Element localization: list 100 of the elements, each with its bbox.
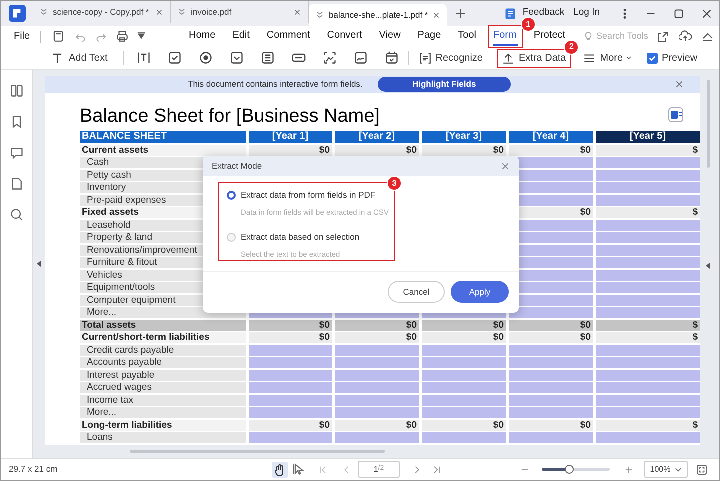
- form-field[interactable]: [335, 432, 419, 443]
- close-icon[interactable]: [701, 8, 713, 20]
- add-text-button[interactable]: Add Text: [69, 50, 108, 66]
- vertical-scrollbar[interactable]: [707, 80, 710, 168]
- form-field[interactable]: [596, 194, 700, 206]
- form-field[interactable]: [596, 357, 700, 368]
- chevron-down-icon[interactable]: [39, 7, 49, 17]
- radio-icon[interactable]: [198, 51, 213, 65]
- form-field[interactable]: [509, 370, 593, 380]
- page-icon[interactable]: [10, 177, 24, 191]
- form-field[interactable]: [422, 344, 506, 356]
- chevron-down-icon[interactable]: [177, 7, 187, 17]
- close-icon[interactable]: [155, 8, 164, 16]
- form-field[interactable]: [335, 357, 419, 368]
- save-icon[interactable]: [52, 30, 65, 43]
- form-field[interactable]: [596, 282, 700, 293]
- menu-tab[interactable]: Convert: [326, 27, 364, 46]
- form-field[interactable]: [596, 370, 700, 380]
- form-field[interactable]: [596, 157, 700, 168]
- upload-icon[interactable]: [679, 30, 692, 43]
- header-link[interactable]: Log In: [574, 6, 600, 21]
- form-field[interactable]: [509, 357, 593, 368]
- form-field[interactable]: [335, 382, 419, 393]
- form-field[interactable]: [249, 370, 332, 380]
- zoom-in-icon[interactable]: [624, 464, 634, 474]
- horizontal-scrollbar[interactable]: [130, 450, 385, 453]
- feedback-icon[interactable]: [504, 8, 517, 20]
- dropdown-icon[interactable]: [137, 32, 146, 41]
- plus-icon[interactable]: [455, 8, 467, 20]
- form-field[interactable]: [596, 170, 700, 180]
- form-field[interactable]: [249, 357, 332, 368]
- form-field[interactable]: [596, 232, 700, 243]
- form-field[interactable]: [422, 382, 506, 393]
- collapse-arrow-icon[interactable]: [37, 261, 41, 267]
- list-field-icon[interactable]: [260, 51, 275, 65]
- form-field[interactable]: [509, 394, 593, 406]
- form-field[interactable]: [249, 382, 332, 393]
- form-field[interactable]: [596, 294, 700, 306]
- form-field[interactable]: [422, 407, 506, 418]
- form-field[interactable]: [422, 432, 506, 443]
- form-field[interactable]: [596, 382, 700, 393]
- select-icon[interactable]: [293, 463, 306, 476]
- first-page-icon[interactable]: [318, 464, 328, 474]
- caret-icon[interactable]: [625, 54, 634, 62]
- cancel-button[interactable]: Cancel: [388, 281, 445, 303]
- menu-item[interactable]: File: [14, 29, 34, 44]
- highlight-fields-button[interactable]: Highlight Fields: [378, 77, 511, 92]
- form-field[interactable]: [335, 370, 419, 380]
- word-icon[interactable]: [668, 107, 684, 123]
- extra-data-button[interactable]: Extra Data: [519, 50, 566, 66]
- menu-tab[interactable]: Form: [492, 27, 518, 46]
- recognize-button[interactable]: Recognize: [436, 50, 483, 66]
- menu-tab[interactable]: Tool: [457, 27, 478, 46]
- collapse-icon[interactable]: [702, 30, 714, 42]
- last-page-icon[interactable]: [432, 464, 442, 474]
- form-field[interactable]: [509, 382, 593, 393]
- checkbox-icon[interactable]: [168, 51, 182, 65]
- more-button[interactable]: More: [600, 50, 624, 66]
- close-icon[interactable]: [432, 10, 442, 20]
- form-field[interactable]: [249, 344, 332, 356]
- form-field[interactable]: [422, 394, 506, 406]
- form-field[interactable]: [596, 432, 700, 443]
- form-field[interactable]: [596, 344, 700, 356]
- dropdown-field-icon[interactable]: [230, 51, 244, 65]
- search-icon[interactable]: [10, 208, 24, 222]
- form-field[interactable]: [335, 394, 419, 406]
- form-field[interactable]: [422, 370, 506, 380]
- collapse-arrow-icon[interactable]: [706, 263, 710, 269]
- menu-tab[interactable]: Comment: [266, 27, 312, 46]
- form-field[interactable]: [596, 270, 700, 280]
- tab[interactable]: science-copy - Copy.pdf *: [33, 1, 171, 23]
- form-field[interactable]: [422, 357, 506, 368]
- fit-page-icon[interactable]: [696, 464, 708, 476]
- form-field[interactable]: [509, 407, 593, 418]
- form-field[interactable]: [249, 432, 332, 443]
- logo-icon[interactable]: [8, 5, 26, 22]
- text-icon[interactable]: [51, 52, 64, 64]
- text-field-icon[interactable]: [136, 51, 151, 65]
- tab[interactable]: balance-she...plate-1.pdf *: [309, 4, 447, 26]
- form-field[interactable]: [596, 394, 700, 406]
- form-field[interactable]: [596, 182, 700, 193]
- menu-tab[interactable]: Page: [416, 27, 442, 46]
- form-field[interactable]: [596, 307, 700, 318]
- bulb-icon[interactable]: [582, 31, 594, 42]
- date-field-icon[interactable]: [384, 51, 399, 65]
- form-field[interactable]: [335, 407, 419, 418]
- print-icon[interactable]: [116, 30, 129, 43]
- panels-icon[interactable]: [10, 84, 24, 98]
- list-icon[interactable]: [583, 52, 596, 64]
- form-field[interactable]: [249, 407, 332, 418]
- button-field-icon[interactable]: [292, 51, 306, 65]
- form-field[interactable]: [509, 307, 593, 318]
- menu-tab[interactable]: Home: [188, 27, 217, 46]
- maximize-icon[interactable]: [673, 8, 685, 20]
- menu-tab[interactable]: View: [378, 27, 402, 46]
- upload-icon[interactable]: [502, 52, 515, 64]
- form-field[interactable]: [249, 394, 332, 406]
- radio-button[interactable]: [227, 190, 236, 200]
- slider-thumb[interactable]: [564, 465, 574, 474]
- menu-tab[interactable]: Edit: [232, 27, 251, 46]
